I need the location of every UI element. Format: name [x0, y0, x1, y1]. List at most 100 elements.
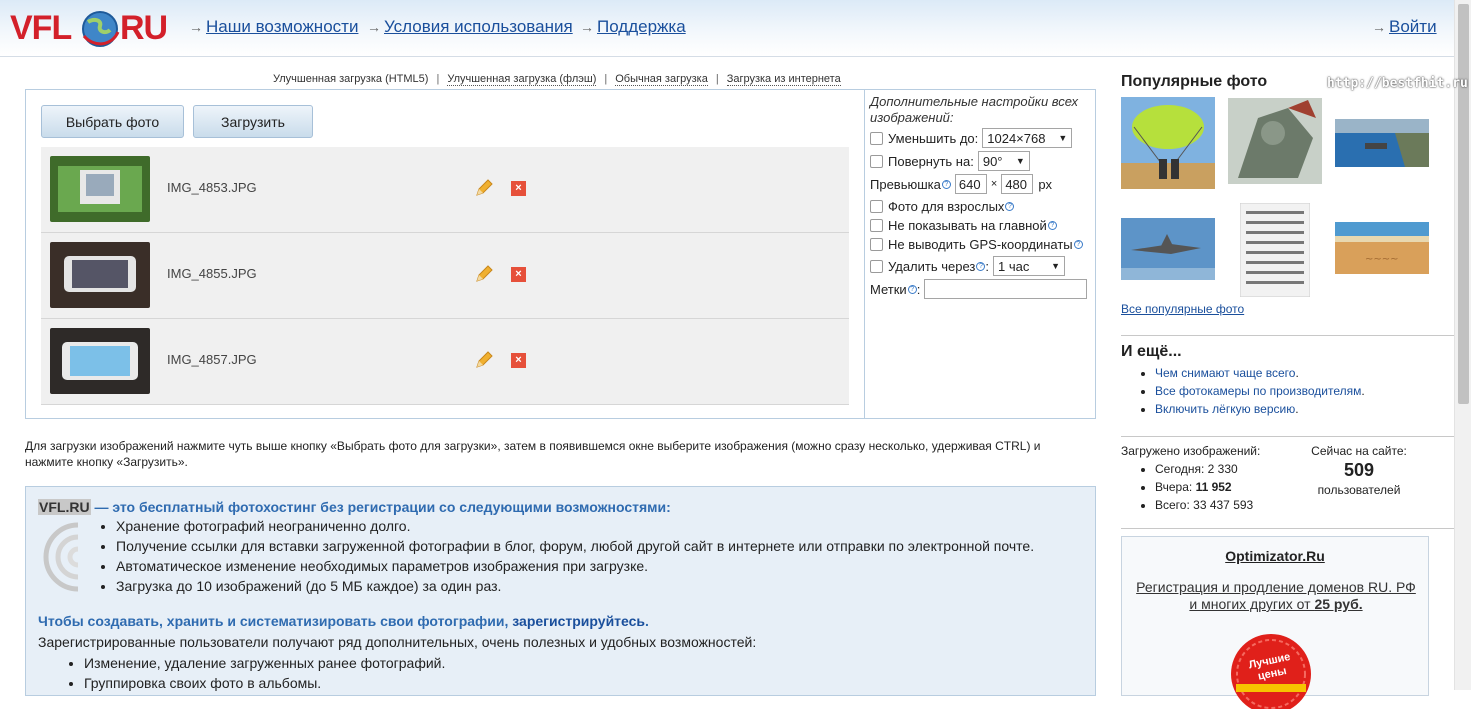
- divider: [1121, 335, 1454, 336]
- resize-checkbox[interactable]: [870, 131, 883, 145]
- arrow-right-icon: →: [580, 19, 594, 35]
- help-icon[interactable]: ?: [1005, 202, 1015, 211]
- page-scrollbar[interactable]: [1454, 0, 1471, 690]
- list-item: Чем снимают чаще всего.: [1155, 364, 1365, 382]
- feature-list: Хранение фотографий неограниченно долго.…: [98, 516, 1034, 596]
- pencil-icon[interactable]: [474, 350, 494, 370]
- arrow-right-icon: →: [189, 19, 203, 35]
- popular-photo[interactable]: [1121, 218, 1215, 280]
- help-icon[interactable]: ?: [1073, 240, 1083, 249]
- nav-support[interactable]: → Поддержка: [580, 17, 686, 37]
- resize-row: Уменьшить до: 1024×768 ▼: [870, 128, 1073, 148]
- hide-main-label: Не показывать на главной: [888, 218, 1047, 233]
- list-item: Вчера: 11 952: [1155, 478, 1253, 496]
- rotate-select[interactable]: 90° ▼: [977, 151, 1030, 171]
- popular-photo[interactable]: ~~~~: [1335, 222, 1429, 274]
- adult-label: Фото для взрослых: [888, 199, 1005, 214]
- thumbnail-row: Превьюшка? 640 × 480 px: [870, 174, 1052, 194]
- file-name: IMG_4855.JPG: [167, 266, 257, 281]
- online-count: 509: [1343, 460, 1375, 480]
- no-gps-label: Не выводить GPS-координаты: [888, 237, 1073, 252]
- file-row: IMG_4853.JPG ×: [41, 147, 849, 233]
- pencil-icon[interactable]: [474, 264, 494, 284]
- info-headline: VFL.RU — это бесплатный фотохостинг без …: [38, 499, 671, 515]
- caret-down-icon: ▼: [1058, 133, 1068, 143]
- online-title: Сейчас на сайте:: [1311, 444, 1407, 458]
- popular-photo[interactable]: [1121, 97, 1215, 189]
- svg-text:~~~~: ~~~~: [1365, 254, 1399, 265]
- register-text: Зарегистрированные пользователи получают…: [38, 634, 757, 650]
- file-thumbnail: [50, 242, 150, 308]
- popular-photo[interactable]: [1335, 119, 1429, 167]
- more-links-list: Чем снимают чаще всего. Все фотокамеры п…: [1139, 364, 1365, 418]
- help-icon[interactable]: ?: [941, 179, 951, 189]
- file-thumbnail: [50, 328, 150, 394]
- no-gps-checkbox[interactable]: [870, 238, 883, 251]
- login-link[interactable]: → Войти: [1372, 17, 1437, 37]
- settings-title: Дополнительные настройки всех изображени…: [870, 94, 1078, 125]
- divider: [1121, 436, 1454, 437]
- info-box: VFL.RU — это бесплатный фотохостинг без …: [25, 486, 1096, 696]
- file-row: IMG_4857.JPG ×: [41, 319, 849, 405]
- tab-flash-upload[interactable]: Улучшенная загрузка (флэш): [447, 73, 597, 86]
- popular-photos-title: Популярные фото: [1121, 73, 1268, 90]
- popular-photo[interactable]: [1240, 203, 1310, 297]
- brand-label: VFL.RU: [38, 499, 91, 515]
- all-popular-photos-link[interactable]: Все популярные фото: [1121, 302, 1244, 316]
- help-icon[interactable]: ?: [1047, 221, 1057, 230]
- tab-url-upload[interactable]: Загрузка из интернета: [726, 73, 841, 86]
- delete-icon[interactable]: ×: [511, 267, 526, 282]
- popular-photo[interactable]: [1228, 98, 1322, 184]
- logo-text-left: VFL: [10, 9, 72, 47]
- ad-text: Регистрация и продление доменов RU. РФ и…: [1136, 579, 1416, 612]
- upload-button[interactable]: Загрузить: [193, 105, 313, 138]
- thumbnail-width-input[interactable]: 640: [954, 174, 987, 194]
- globe-icon: [82, 11, 120, 47]
- thumbnail-label: Превьюшка: [870, 176, 941, 192]
- nav-features[interactable]: → Наши возможности: [189, 17, 358, 37]
- list-item: Изменение, удаление загруженных ранее фо…: [84, 653, 445, 673]
- hide-main-checkbox[interactable]: [870, 219, 883, 232]
- ad-banner[interactable]: Optimizator.Ru Регистрация и продление д…: [1121, 536, 1429, 709]
- list-item: Все фотокамеры по производителям.: [1155, 382, 1365, 400]
- help-icon[interactable]: ?: [907, 284, 917, 294]
- auto-delete-checkbox[interactable]: [870, 259, 883, 273]
- most-used-cameras-link[interactable]: Чем снимают чаще всего: [1155, 366, 1295, 380]
- tab-simple-upload[interactable]: Обычная загрузка: [615, 73, 708, 86]
- uploaded-stats-title: Загружено изображений:: [1121, 444, 1261, 458]
- file-thumbnail: [50, 156, 150, 222]
- tags-row: Метки?:: [870, 279, 1088, 299]
- registered-feature-list: Изменение, удаление загруженных ранее фо…: [66, 653, 445, 693]
- cameras-by-maker-link[interactable]: Все фотокамеры по производителям: [1155, 384, 1361, 398]
- choose-photo-button[interactable]: Выбрать фото: [41, 105, 184, 138]
- light-version-link[interactable]: Включить лёгкую версию: [1155, 402, 1295, 416]
- adult-checkbox[interactable]: [870, 200, 883, 213]
- upload-mode-tabs: Улучшенная загрузка (HTML5) | Улучшенная з…: [273, 73, 841, 86]
- list-item: Загрузка до 10 изображений (до 5 МБ кажд…: [116, 576, 1034, 596]
- nav-terms[interactable]: → Условия использования: [367, 17, 573, 37]
- pencil-icon[interactable]: [474, 178, 494, 198]
- scrollbar-thumb[interactable]: [1458, 4, 1469, 404]
- auto-delete-select[interactable]: 1 час ▼: [993, 256, 1066, 276]
- auto-delete-row: Удалить через?: 1 час ▼: [870, 256, 1066, 276]
- delete-icon[interactable]: ×: [511, 181, 526, 196]
- rotate-checkbox[interactable]: [870, 154, 883, 168]
- tags-input[interactable]: [924, 279, 1088, 299]
- divider: [1121, 528, 1454, 529]
- register-link[interactable]: зарегистрируйтесь: [512, 613, 645, 629]
- online-users: Сейчас на сайте: 509 пользователей: [1300, 444, 1418, 497]
- arrow-right-icon: →: [367, 19, 381, 35]
- caret-down-icon: ▼: [1015, 156, 1025, 166]
- file-name: IMG_4857.JPG: [167, 352, 257, 367]
- thumbnail-height-input[interactable]: 480: [1001, 174, 1034, 194]
- tab-html5-upload[interactable]: Улучшенная загрузка (HTML5): [273, 73, 428, 85]
- help-icon[interactable]: ?: [976, 261, 986, 271]
- delete-icon[interactable]: ×: [511, 353, 526, 368]
- resize-select[interactable]: 1024×768 ▼: [982, 128, 1073, 148]
- logo-text-right: RU: [120, 9, 168, 47]
- site-header: VFL RU → Наши возможности → Условия исполь…: [0, 0, 1471, 57]
- wifi-logo-icon: [43, 522, 79, 592]
- upload-instructions: Для загрузки изображений нажмите чуть вы…: [25, 439, 1041, 469]
- list-item: Получение ссылки для вставки загруженной…: [116, 536, 1034, 556]
- rotate-row: Повернуть на: 90° ▼: [870, 151, 1030, 171]
